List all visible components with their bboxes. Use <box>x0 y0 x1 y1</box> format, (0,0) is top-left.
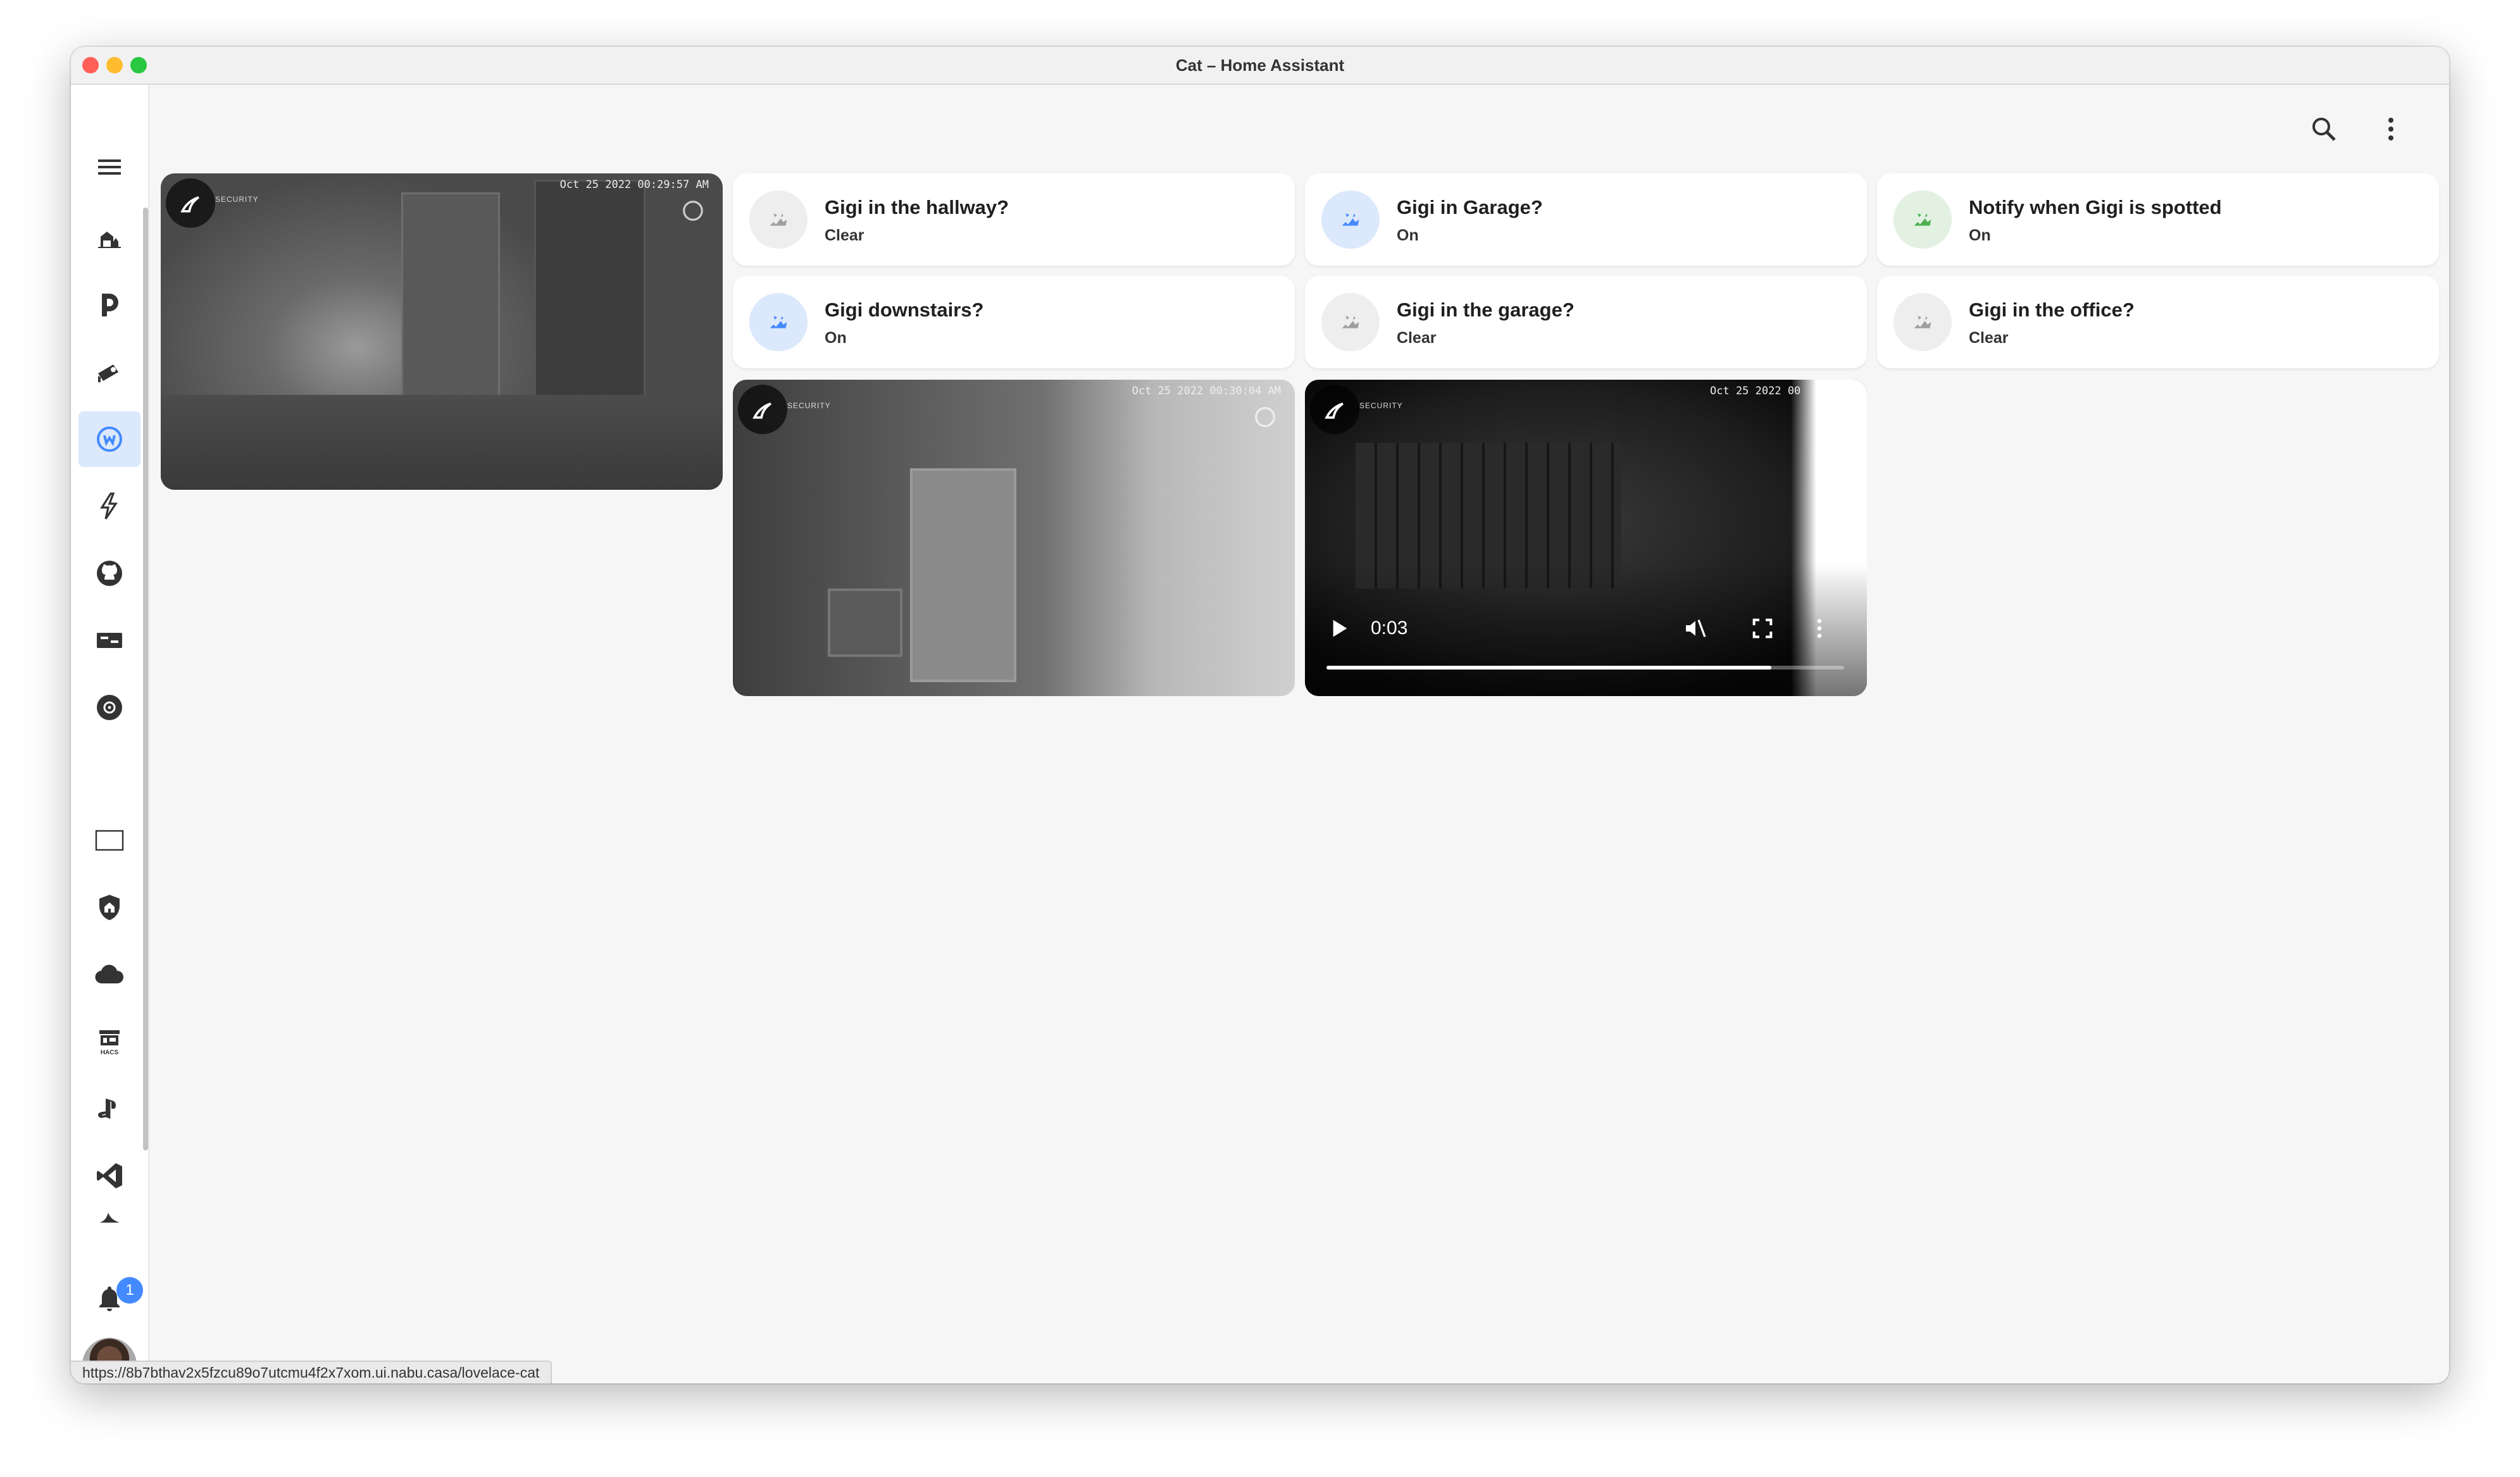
notification-badge: 1 <box>116 1277 143 1304</box>
tile-icon-bg[interactable] <box>1893 293 1952 351</box>
tile-state: Clear <box>1397 329 1437 347</box>
cat-icon <box>1914 213 1931 226</box>
monitor-icon[interactable] <box>78 813 140 868</box>
title-bar: Cat – Home Assistant <box>71 47 2449 85</box>
cloud-icon[interactable] <box>78 947 140 1002</box>
vscode-icon[interactable] <box>78 1148 140 1204</box>
tile-name: Gigi in Garage? <box>1397 196 1543 218</box>
tile-gigi-garage[interactable]: Gigi in Garage? On <box>1305 173 1867 266</box>
tile-gigi-downstairs[interactable]: Gigi downstairs? On <box>733 276 1295 368</box>
camera-watermark-icon <box>683 201 703 221</box>
cat-icon <box>1342 316 1359 328</box>
sidebar-scrollbar[interactable] <box>143 208 148 1150</box>
camera-watermark-icon <box>1255 407 1275 427</box>
media-icon[interactable] <box>78 613 140 668</box>
menu-icon[interactable] <box>78 139 140 195</box>
camera-timestamp: Oct 25 2022 00:30:04 AM <box>1132 385 1281 397</box>
tile-name: Gigi in the hallway? <box>825 196 1009 218</box>
more-vertical-icon[interactable] <box>2372 110 2410 148</box>
tile-gigi-office[interactable]: Gigi in the office? Clear <box>1877 276 2439 368</box>
cat-icon <box>1914 316 1931 328</box>
eufy-logo-icon <box>166 178 215 228</box>
tile-gigi-hallway[interactable]: Gigi in the hallway? Clear <box>733 173 1295 266</box>
tile-icon-bg[interactable] <box>1893 190 1952 249</box>
mute-icon[interactable] <box>1681 614 1710 643</box>
tile-state: On <box>825 329 847 347</box>
lightning-icon[interactable] <box>78 478 140 534</box>
tile-name: Gigi in the garage? <box>1397 299 1575 321</box>
tile-state: On <box>1969 227 1991 244</box>
sidebar: HACS 1 <box>71 85 149 1383</box>
cat-icon <box>770 213 787 226</box>
tile-name: Notify when Gigi is spotted <box>1969 196 2222 218</box>
tile-name: Gigi downstairs? <box>825 299 984 321</box>
tile-name: Gigi in the office? <box>1969 299 2135 321</box>
shark-icon[interactable] <box>78 1199 140 1237</box>
camera-scene-floor <box>161 395 723 490</box>
video-time: 0:03 <box>1371 618 1408 639</box>
plex-icon[interactable] <box>78 277 140 333</box>
video-progress-fill <box>1326 666 1772 670</box>
camera-hallway[interactable]: SECURITY Oct 25 2022 00:29:57 AM <box>161 173 723 490</box>
playstation-icon[interactable] <box>78 1081 140 1137</box>
video-controls: 0:03 <box>1305 563 1867 696</box>
cat-dashboard-icon[interactable] <box>78 411 140 467</box>
camera-video-player[interactable]: SECURITY Oct 25 2022 00 0:03 <box>1305 380 1867 696</box>
camera-brand: SECURITY <box>787 401 831 410</box>
home-cat-icon[interactable] <box>78 210 140 266</box>
search-icon[interactable] <box>2305 110 2343 148</box>
github-icon[interactable] <box>78 545 140 601</box>
camera-scene-door <box>910 468 1016 682</box>
more-vertical-icon[interactable] <box>1805 614 1834 643</box>
camera-downstairs[interactable]: SECURITY Oct 25 2022 00:30:04 AM <box>733 380 1295 696</box>
cat-icon <box>770 316 787 328</box>
camera-scene-door <box>534 180 646 430</box>
browser-window: Cat – Home Assistant HACS 1 SECURITY Oct… <box>71 47 2449 1383</box>
camera-timestamp: Oct 25 2022 00 <box>1710 385 1801 397</box>
eufy-logo-icon <box>738 385 787 434</box>
video-progress-bar[interactable] <box>1326 666 1844 670</box>
tile-state: Clear <box>825 227 864 244</box>
tile-icon-bg[interactable] <box>1321 293 1380 351</box>
cat-icon <box>1342 213 1359 226</box>
window-title: Cat – Home Assistant <box>1175 56 1345 75</box>
tile-state: Clear <box>1969 329 2009 347</box>
status-url: https://8b7bthav2x5fzcu89o7utcmu4f2x7xom… <box>71 1361 552 1383</box>
tile-icon-bg[interactable] <box>749 190 808 249</box>
shield-home-icon[interactable] <box>78 880 140 935</box>
tile-notify-gigi[interactable]: Notify when Gigi is spotted On <box>1877 173 2439 266</box>
tile-icon-bg[interactable] <box>749 293 808 351</box>
tile-icon-bg[interactable] <box>1321 190 1380 249</box>
camera-brand: SECURITY <box>215 195 259 204</box>
camera-brand: SECURITY <box>1359 401 1403 410</box>
camera-scene-chair <box>828 589 902 657</box>
eufy-logo-icon <box>1310 385 1359 434</box>
hacs-icon[interactable]: HACS <box>78 1014 140 1069</box>
tile-state: On <box>1397 227 1419 244</box>
disc-icon[interactable] <box>78 680 140 735</box>
camera-timestamp: Oct 25 2022 00:29:57 AM <box>559 178 709 191</box>
play-icon[interactable] <box>1324 614 1353 643</box>
svg-text:HACS: HACS <box>101 1049 119 1056</box>
fullscreen-icon[interactable] <box>1748 614 1777 643</box>
cctv-icon[interactable] <box>78 344 140 400</box>
tile-gigi-in-the-garage[interactable]: Gigi in the garage? Clear <box>1305 276 1867 368</box>
notifications-button[interactable]: 1 <box>78 1271 143 1326</box>
